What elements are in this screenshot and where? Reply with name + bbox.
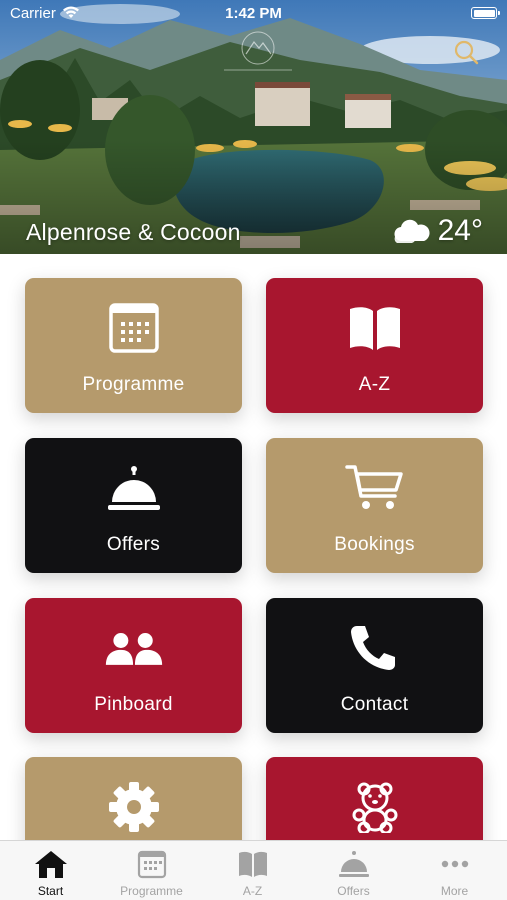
- home-icon: [34, 851, 67, 878]
- a-z-tile[interactable]: A-Z: [266, 278, 483, 413]
- gear-icon: [108, 782, 159, 832]
- tile-label: Programme: [82, 374, 185, 395]
- battery-icon: [471, 7, 500, 19]
- status-bar: Carrier 1:42 PM: [0, 0, 507, 28]
- tab-programme[interactable]: Programme: [101, 841, 202, 900]
- temperature-label: 24°: [437, 214, 483, 247]
- tile-label: Pinboard: [94, 694, 173, 715]
- search-icon[interactable]: [452, 38, 480, 66]
- contact-tile[interactable]: Contact: [266, 598, 483, 733]
- teddy-bear-icon: [352, 782, 397, 833]
- app-screen: Carrier 1:42 PM Alpenrose & Cocoon 24° P…: [0, 0, 507, 900]
- programme-tile[interactable]: Programme: [25, 278, 242, 413]
- tile-label: Contact: [340, 694, 409, 715]
- tile-label: A-Z: [358, 374, 391, 395]
- calendar-icon: [108, 303, 159, 353]
- weather-widget[interactable]: 24°: [392, 214, 483, 248]
- settings-tile[interactable]: [25, 757, 242, 840]
- users-icon: [105, 633, 162, 665]
- cloud-icon: [394, 219, 430, 243]
- tab-label: Programme: [120, 884, 183, 898]
- cart-icon: [344, 465, 403, 509]
- tab-start[interactable]: Start: [0, 841, 101, 900]
- feature-grid: Programme A-Z Offers Bookings Pinboard C…: [0, 254, 507, 840]
- tab-label: More: [440, 884, 469, 898]
- more-dots-icon: [441, 860, 468, 868]
- bookings-tile[interactable]: Bookings: [266, 438, 483, 573]
- kids-tile[interactable]: [266, 757, 483, 840]
- pinboard-tile[interactable]: Pinboard: [25, 598, 242, 733]
- phone-icon: [350, 626, 395, 670]
- tab-offers[interactable]: Offers: [303, 841, 404, 900]
- book-icon: [349, 307, 400, 350]
- hotel-logo: [224, 31, 292, 71]
- offers-tile[interactable]: Offers: [25, 438, 242, 573]
- tile-label: Offers: [106, 534, 161, 555]
- book-icon: [238, 851, 267, 877]
- tile-label: Bookings: [334, 534, 415, 555]
- tab-more[interactable]: More: [404, 841, 505, 900]
- tab-label: Start: [37, 884, 64, 898]
- clock: 1:42 PM: [225, 5, 282, 22]
- service-bell-icon: [338, 851, 369, 877]
- tab-bar: Start Programme A-Z Offers More: [0, 840, 507, 900]
- service-bell-icon: [107, 466, 160, 510]
- tab-label: Offers: [337, 884, 370, 898]
- tab-a-z[interactable]: A-Z: [202, 841, 303, 900]
- hotel-name: Alpenrose & Cocoon: [26, 219, 241, 245]
- calendar-icon: [137, 850, 166, 879]
- hero-banner: Carrier 1:42 PM Alpenrose & Cocoon 24°: [0, 0, 507, 254]
- tab-label: A-Z: [242, 884, 263, 898]
